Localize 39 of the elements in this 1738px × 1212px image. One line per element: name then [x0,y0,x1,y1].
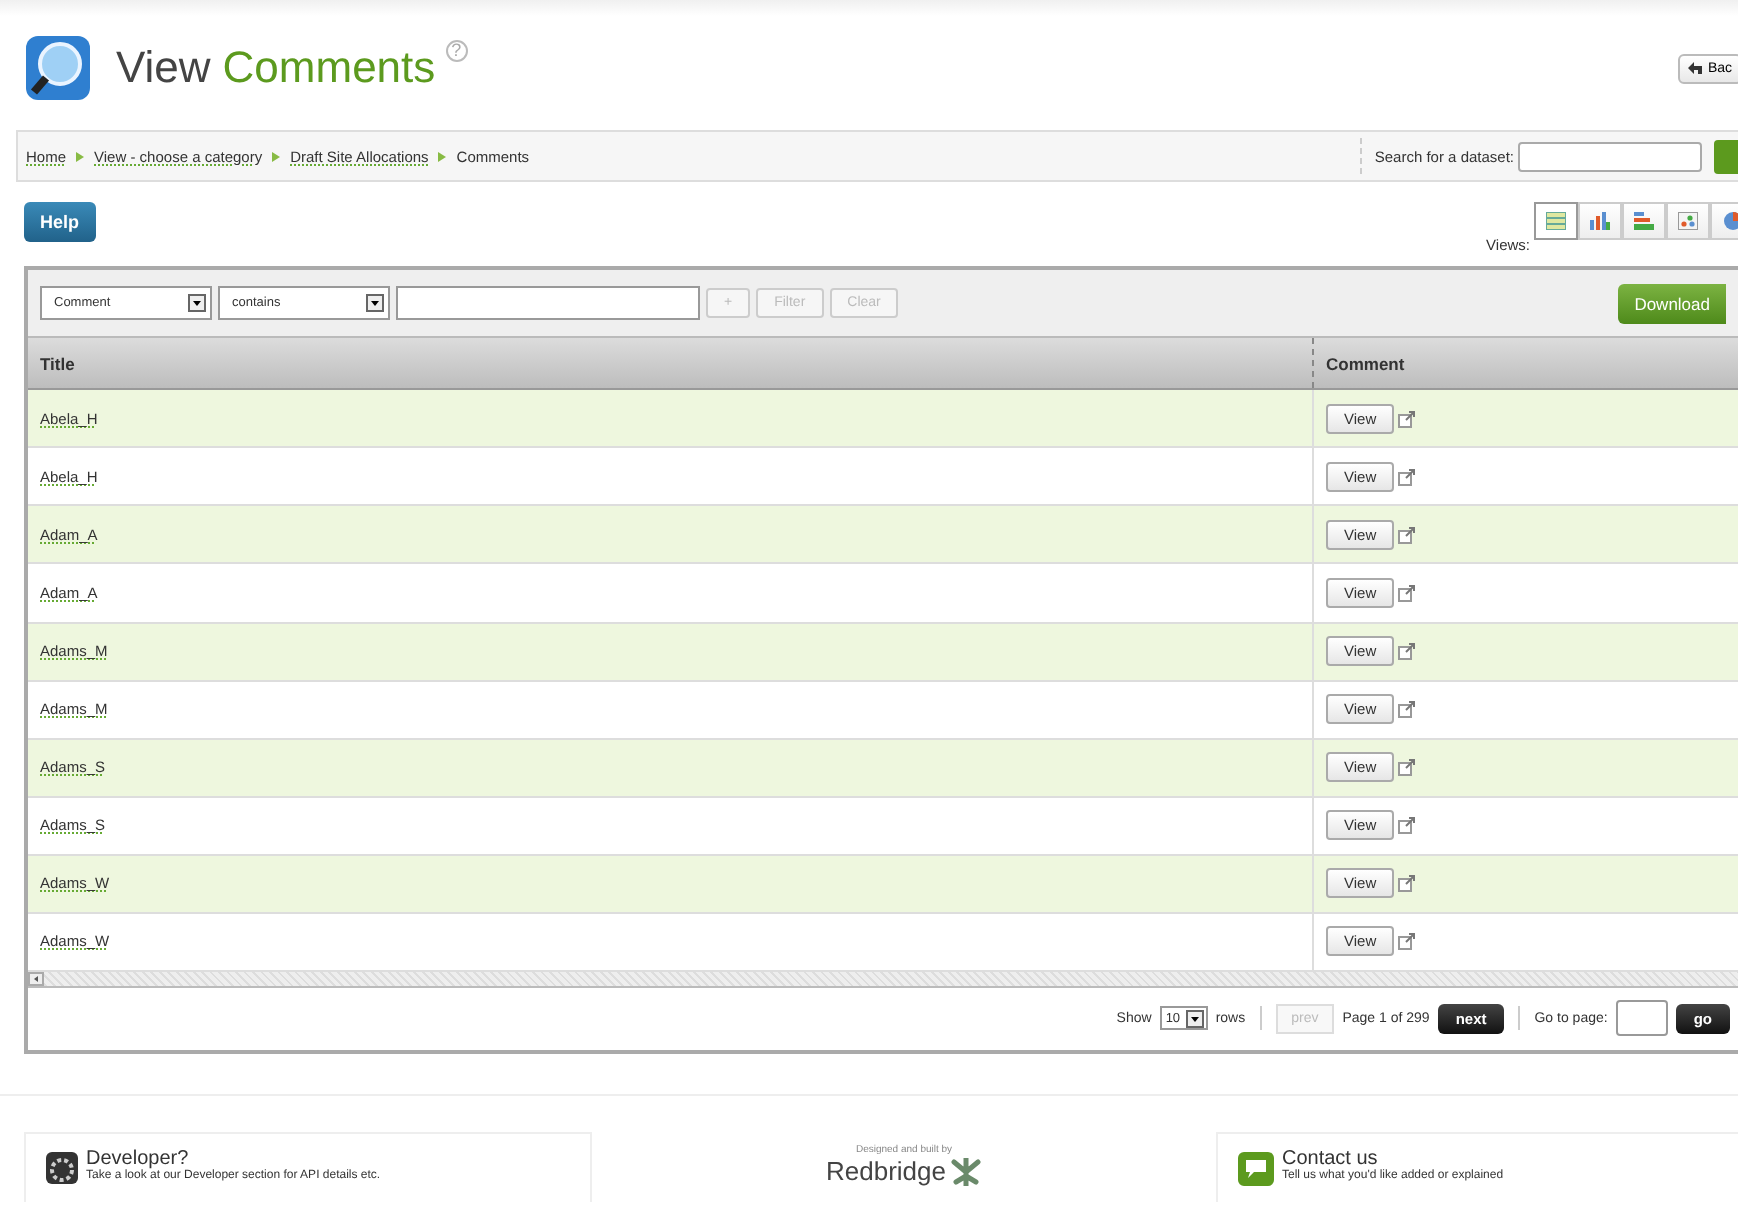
scroll-left-icon[interactable] [28,971,44,986]
bar-chart-icon [1590,212,1610,230]
view-toggle[interactable] [1622,202,1666,240]
external-link-icon[interactable] [1398,409,1417,428]
breadcrumb-arrow-icon [76,151,85,161]
external-link-icon[interactable] [1398,874,1417,893]
external-link-icon[interactable] [1398,525,1417,544]
external-link-icon[interactable] [1398,932,1417,951]
pie-chart-icon [1723,212,1738,230]
magnifier-logo-icon [24,34,92,102]
view-toggle[interactable] [1534,202,1578,240]
speech-bubble-icon [1238,1151,1274,1185]
page-title: View [116,42,211,94]
developer-title[interactable]: Developer? [86,1147,381,1169]
search-field[interactable] [1518,141,1702,171]
breadcrumb-arrow-icon [272,151,281,161]
back-arrow-icon [1687,62,1702,74]
external-link-icon[interactable] [1398,584,1417,602]
external-link-icon[interactable] [1398,816,1417,835]
external-link-icon[interactable] [1398,467,1417,486]
help-button[interactable]: Help [24,202,96,242]
gear-icon [46,1152,78,1184]
external-link-icon[interactable] [1398,642,1417,661]
external-link-icon[interactable] [1398,700,1417,719]
page-input[interactable] [1615,1000,1668,1037]
filter-input[interactable] [396,286,700,321]
breadcrumb-arrow-icon [438,151,447,161]
column-header[interactable]: Comment [1312,338,1738,389]
view-toggle[interactable] [1666,202,1710,240]
view-toggle[interactable] [1578,202,1622,240]
column-header[interactable]: Title [28,338,1312,389]
table-icon [1546,212,1566,230]
page-title-accent: Comments [222,42,436,94]
external-link-icon[interactable] [1398,758,1417,777]
stacked-bar-icon [1634,212,1654,230]
brand-name[interactable]: Redbridge [826,1156,946,1186]
contact-title[interactable]: Contact us [1282,1147,1504,1169]
scatter-icon [1678,212,1698,230]
search-go-button[interactable] [1714,139,1738,173]
